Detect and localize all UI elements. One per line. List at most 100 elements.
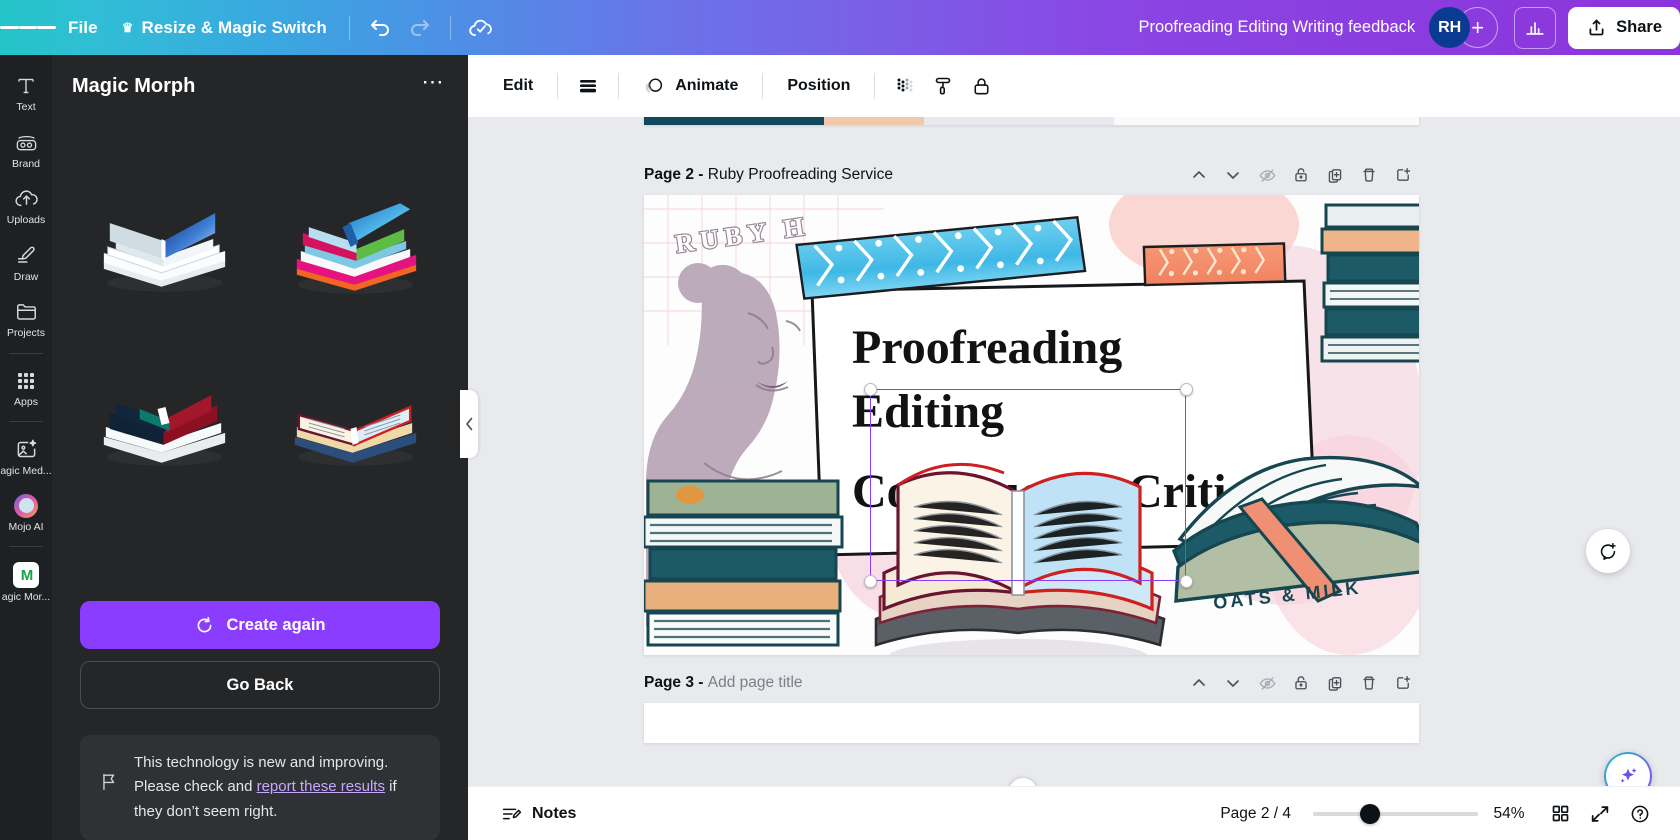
sidebar-label-mojo-ai: Mojo AI [8, 522, 43, 534]
page-3-title[interactable]: Page 3 - Add page title [644, 674, 803, 692]
upload-icon [1586, 17, 1607, 38]
help-icon[interactable] [1620, 795, 1660, 833]
brand-co-icon [14, 130, 39, 155]
sidebar-item-mojo-ai[interactable]: Mojo AI [0, 485, 52, 541]
animate-button[interactable]: Animate [630, 68, 751, 104]
et-divider-1 [557, 73, 558, 99]
canvas-scroll-area[interactable]: Page 2 - Ruby Proofreading Service [468, 117, 1680, 840]
zoom-slider-knob[interactable] [1360, 804, 1380, 824]
panel-header: Magic Morph ⋯ [52, 55, 468, 117]
avatar[interactable]: RH [1429, 7, 1470, 48]
duplicate-page-icon[interactable] [1319, 667, 1351, 699]
notes-button[interactable]: Notes [488, 796, 588, 832]
delete-page-icon[interactable] [1353, 159, 1385, 191]
create-again-button[interactable]: Create again [80, 601, 440, 649]
sidebar-item-brand[interactable]: Brand [0, 121, 52, 178]
result-thumbnail-books-open-red-edge[interactable] [271, 337, 440, 497]
paint-roller-icon[interactable] [924, 68, 962, 104]
move-up-icon[interactable] [1183, 667, 1215, 699]
cloud-check-icon[interactable] [461, 8, 501, 48]
zoom-slider[interactable] [1313, 796, 1478, 832]
sidebar-item-draw[interactable]: Draw [0, 234, 52, 291]
page-counter: Page 2 / 4 [1220, 805, 1291, 823]
sidebar-label-uploads: Uploads [7, 215, 46, 227]
move-down-icon[interactable] [1217, 667, 1249, 699]
sidebar-item-text[interactable]: Text [0, 65, 52, 121]
hide-page-icon[interactable] [1251, 667, 1283, 699]
page-2-header: Page 2 - Ruby Proofreading Service [644, 155, 1419, 195]
notes-icon [500, 803, 522, 825]
report-results-link[interactable]: report these results [257, 778, 385, 795]
ellipsis-icon[interactable]: ⋯ [416, 69, 450, 103]
move-down-icon[interactable] [1217, 159, 1249, 191]
sidebar-item-projects[interactable]: Projects [0, 290, 52, 347]
delete-page-icon[interactable] [1353, 667, 1385, 699]
top-bar: File ♛ Resize & Magic Switch [0, 0, 1680, 55]
position-button[interactable]: Position [774, 68, 863, 104]
edit-button[interactable]: Edit [490, 68, 546, 104]
bottom-bar-right: Page 2 / 4 54% [1220, 795, 1660, 833]
sidebar-item-apps[interactable]: Apps [0, 360, 52, 416]
toolbar-divider-2 [450, 16, 451, 40]
unlock-icon[interactable] [1285, 667, 1317, 699]
crop-bars-glyph [576, 74, 600, 98]
animate-label: Animate [675, 77, 738, 95]
folder-icon [14, 299, 39, 324]
file-menu-button[interactable]: File [56, 10, 110, 46]
page-3-actions [1183, 667, 1419, 699]
chevron-left-icon [465, 417, 474, 431]
add-page-icon[interactable] [1387, 159, 1419, 191]
page-2-title[interactable]: Page 2 - Ruby Proofreading Service [644, 166, 893, 184]
panel-collapse-toggle[interactable] [460, 390, 478, 458]
create-again-label: Create again [226, 616, 325, 635]
resize-magic-switch-button[interactable]: ♛ Resize & Magic Switch [110, 10, 339, 46]
page-2-title-text: Ruby Proofreading Service [708, 166, 893, 183]
transparency-checker-icon[interactable] [886, 68, 924, 104]
zoom-level-value[interactable]: 54% [1478, 805, 1540, 823]
rail-divider-3 [9, 546, 43, 547]
sidebar-item-uploads[interactable]: Uploads [0, 177, 52, 234]
layers-bar-icon[interactable] [569, 68, 607, 104]
duplicate-page-icon[interactable] [1319, 159, 1351, 191]
selection-handle-tl[interactable] [864, 383, 877, 396]
sidebar-item-magic-media[interactable]: agic Med... [0, 428, 52, 485]
move-up-icon[interactable] [1183, 159, 1215, 191]
text-t-icon [14, 74, 38, 98]
mojo-ai-icon [14, 494, 38, 518]
selection-handle-br[interactable] [1180, 575, 1193, 588]
redo-icon[interactable] [400, 8, 440, 48]
sidebar-label-brand: Brand [12, 159, 40, 171]
hamburger-icon[interactable] [0, 0, 56, 55]
page-2-canvas[interactable]: RUBY H RUBY H [644, 195, 1419, 655]
expand-icon[interactable] [1580, 795, 1620, 833]
add-page-icon[interactable] [1387, 667, 1419, 699]
sidebar-label-magic-media: agic Med... [0, 466, 51, 478]
selection-handle-bl[interactable] [864, 575, 877, 588]
hide-page-icon[interactable] [1251, 159, 1283, 191]
result-thumbnail-books-white-blue[interactable] [80, 163, 249, 323]
add-comment-icon[interactable] [1586, 529, 1630, 573]
share-button[interactable]: Share [1568, 7, 1680, 49]
go-back-button[interactable]: Go Back [80, 661, 440, 709]
page-3-canvas[interactable] [644, 703, 1419, 743]
panel-actions: Create again Go Back [52, 601, 468, 709]
file-menu-label: File [68, 18, 98, 38]
bar-chart-icon[interactable] [1514, 7, 1556, 49]
undo-icon[interactable] [360, 8, 400, 48]
page-1-canvas[interactable] [644, 117, 1419, 125]
magic-morph-icon: M [13, 562, 39, 588]
svg-text:Proofreading: Proofreading [852, 321, 1122, 374]
zoom-slider-track [1313, 812, 1478, 816]
bottom-bar: Notes Page 2 / 4 54% [468, 786, 1680, 840]
lock-icon[interactable] [962, 68, 1000, 104]
result-thumbnail-books-dark-red[interactable] [80, 337, 249, 497]
result-thumbnail-books-colorful-stack[interactable] [271, 163, 440, 323]
sidebar-item-magic-morph[interactable]: M agic Mor... [0, 553, 52, 611]
selection-handle-tr[interactable] [1180, 383, 1193, 396]
page-3-title-prefix: Page 3 - [644, 674, 708, 691]
edit-label: Edit [503, 77, 533, 95]
unlock-icon[interactable] [1285, 159, 1317, 191]
transparency-dots-glyph [893, 74, 917, 98]
document-title[interactable]: Proofreading Editing Writing feedback [1124, 18, 1429, 37]
grid-view-icon[interactable] [1540, 795, 1580, 833]
